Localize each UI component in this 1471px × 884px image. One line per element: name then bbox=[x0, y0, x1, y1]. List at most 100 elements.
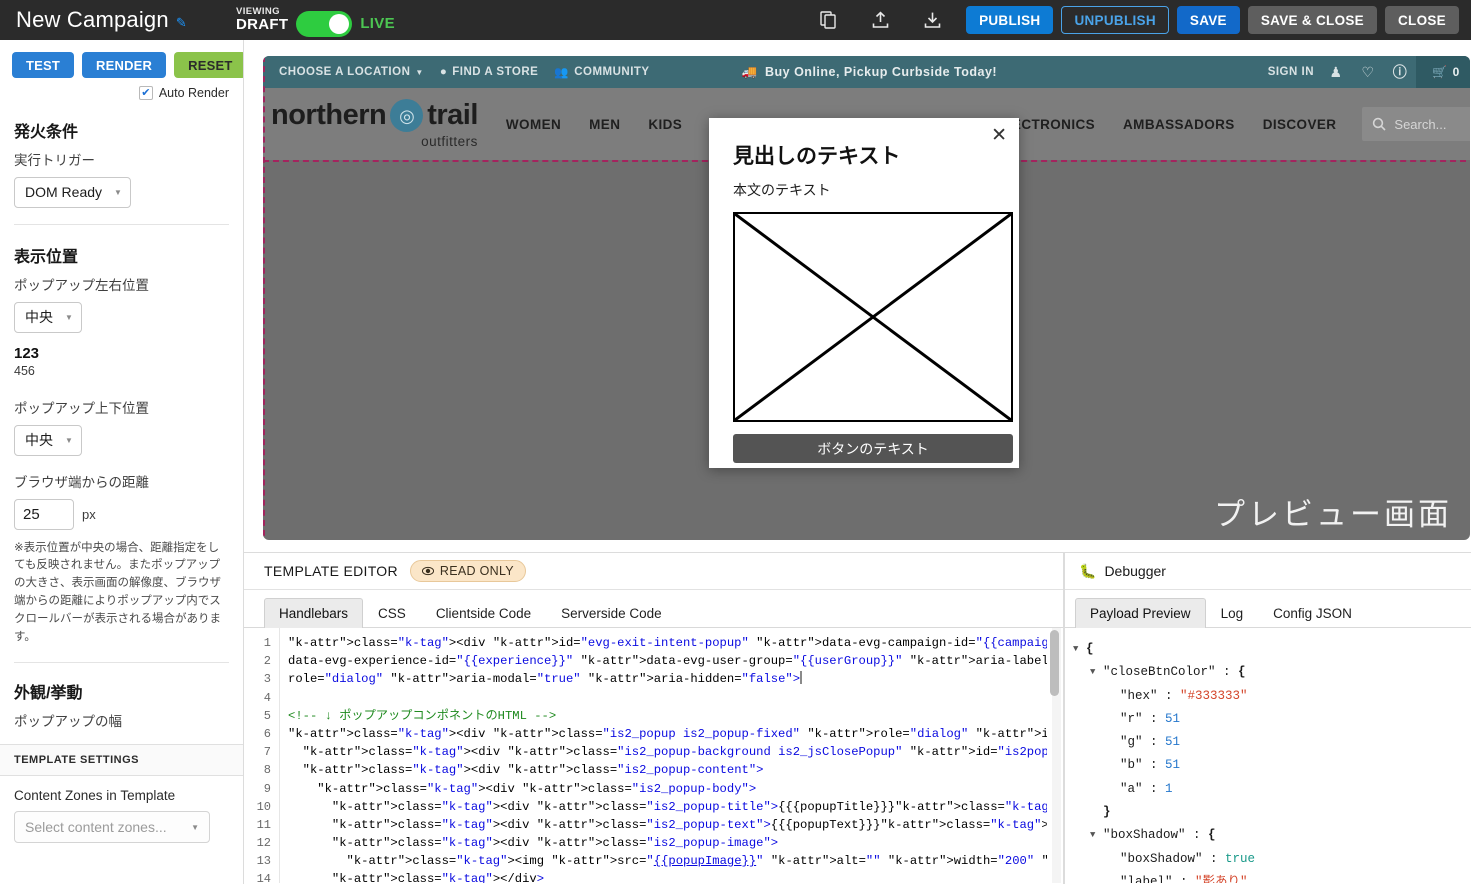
utility-label-1: FIND A STORE bbox=[452, 66, 539, 78]
help-icon[interactable]: ⓘ bbox=[1384, 62, 1416, 82]
nav-link-ambassadors[interactable]: AMBASSADORS bbox=[1123, 117, 1235, 132]
json-row[interactable]: ▼ "closeBtnColor" : { bbox=[1073, 661, 1471, 684]
json-row[interactable]: ▼ "boxShadow" : { bbox=[1073, 824, 1471, 847]
user-icon[interactable]: ♟ bbox=[1320, 64, 1352, 81]
code-scrollbar-track[interactable] bbox=[1050, 628, 1061, 883]
tab-handlebars[interactable]: Handlebars bbox=[264, 598, 364, 628]
cart-button[interactable]: 🛒 0 bbox=[1416, 56, 1470, 88]
site-logo-main: northern ◎ trail bbox=[271, 99, 478, 133]
json-row[interactable]: "label" : "影あり" bbox=[1073, 871, 1471, 883]
nav-link-discover[interactable]: DISCOVER bbox=[1263, 117, 1337, 132]
nav-link-women[interactable]: WOMEN bbox=[506, 117, 561, 132]
utility-community[interactable]: 👥 COMMUNITY bbox=[554, 65, 649, 79]
code-line: "k-attr">class="k-tag"><div "k-attr">cla… bbox=[317, 781, 757, 796]
truck-icon: 🚚 bbox=[741, 64, 758, 79]
code-line: "k-attr">class="k-tag"><div "k-attr">cla… bbox=[331, 817, 1047, 832]
preview-panel: CHOOSE A LOCATION ▼ ● FIND A STORE 👥 COM… bbox=[244, 40, 1471, 552]
site-logo[interactable]: northern ◎ trail outfitters bbox=[271, 99, 478, 149]
code-line-number: 5 bbox=[263, 708, 271, 723]
payload-json-tree[interactable]: ▼{▼ "closeBtnColor" : {"hex" : "#333333" "… bbox=[1065, 628, 1471, 883]
content-zones-select[interactable]: Select content zones... ▼ bbox=[14, 811, 210, 844]
horizontal-position-select[interactable]: 中央 ▼ bbox=[14, 301, 82, 333]
collapse-triangle-icon[interactable]: ▼ bbox=[1090, 661, 1103, 684]
json-row[interactable]: } bbox=[1073, 801, 1471, 824]
nav-link-kids[interactable]: KIDS bbox=[648, 117, 682, 132]
auto-render-checkbox[interactable]: ✔ bbox=[138, 86, 153, 100]
chevron-down-icon: ▼ bbox=[65, 435, 73, 445]
logo-text-first: northern bbox=[271, 99, 387, 132]
render-button[interactable]: RENDER bbox=[82, 52, 167, 78]
code-line-number: 4 bbox=[263, 690, 271, 705]
code-line: "k-attr">class="k-tag"></div> bbox=[331, 872, 545, 883]
close-icon[interactable]: ✕ bbox=[991, 126, 1007, 145]
auto-render-row: ✔ Auto Render bbox=[0, 78, 243, 100]
trigger-select-value: DOM Ready bbox=[25, 184, 103, 201]
debug-big-number: 123 bbox=[14, 344, 40, 362]
pin-icon: ● bbox=[439, 66, 448, 78]
download-icon[interactable] bbox=[906, 0, 958, 40]
nav-link-men[interactable]: MEN bbox=[589, 117, 620, 132]
json-row[interactable]: ▼{ bbox=[1073, 638, 1471, 661]
bug-icon: 🐛 bbox=[1079, 562, 1097, 579]
content-zones-label: Content Zones in Template bbox=[14, 788, 176, 804]
code-gutter: 1 2 3 4 5 6 7 8 9 10 11 12 13 14 bbox=[244, 628, 280, 883]
search-placeholder: Search... bbox=[1394, 116, 1447, 132]
switch-knob bbox=[329, 13, 350, 34]
draft-live-switch[interactable] bbox=[296, 10, 353, 37]
code-line: role="dialog" "k-attr">aria-modal="true"… bbox=[288, 671, 803, 687]
pencil-icon[interactable]: ✎ bbox=[176, 16, 187, 29]
code-scrollbar-thumb[interactable] bbox=[1050, 630, 1059, 696]
trigger-heading: 発火条件 bbox=[14, 124, 79, 141]
popup-body-text: 本文のテキスト bbox=[733, 182, 831, 198]
copy-icon[interactable] bbox=[802, 0, 854, 40]
json-row[interactable]: "a" : 1 bbox=[1073, 778, 1471, 801]
code-line-number: 11 bbox=[256, 817, 271, 832]
collapse-triangle-icon[interactable]: ▼ bbox=[1090, 824, 1103, 847]
collapse-triangle-icon[interactable]: ▼ bbox=[1073, 638, 1086, 661]
json-row[interactable]: "hex" : "#333333" bbox=[1073, 685, 1471, 708]
unpublish-button[interactable]: UNPUBLISH bbox=[1061, 6, 1169, 34]
json-row[interactable]: "r" : 51 bbox=[1073, 708, 1471, 731]
utility-find-store[interactable]: ● FIND A STORE bbox=[440, 66, 539, 78]
code-line: "k-attr">class="k-tag"><div "k-attr">id=… bbox=[288, 636, 1047, 650]
left-sidebar: TEST RENDER RESET ✔ Auto Render 発火条件 実行ト… bbox=[0, 40, 244, 884]
code-editor[interactable]: 1 2 3 4 5 6 7 8 9 10 11 12 13 14 "k-attr">class="k-ta… bbox=[244, 628, 1063, 883]
trigger-field-label: 実行トリガー bbox=[14, 153, 95, 168]
template-editor-tabs: Handlebars CSS Clientside Code Serversid… bbox=[244, 590, 1063, 628]
offset-input[interactable] bbox=[14, 498, 74, 530]
upload-icon[interactable] bbox=[854, 0, 906, 40]
chevron-down-icon: ▼ bbox=[65, 312, 73, 322]
json-row[interactable]: "b" : 51 bbox=[1073, 754, 1471, 777]
tab-config-json[interactable]: Config JSON bbox=[1258, 598, 1367, 628]
tab-payload-preview[interactable]: Payload Preview bbox=[1075, 598, 1206, 628]
utility-choose-location[interactable]: CHOOSE A LOCATION ▼ bbox=[279, 66, 424, 78]
code-line-number: 1 bbox=[263, 636, 271, 650]
vertical-position-select[interactable]: 中央 ▼ bbox=[14, 424, 82, 456]
site-search-input[interactable]: Search... bbox=[1362, 107, 1470, 141]
close-button[interactable]: CLOSE bbox=[1384, 6, 1459, 34]
reset-button[interactable]: RESET bbox=[174, 52, 243, 78]
top-toolbar: New Campaign ✎ VIEWING DRAFT LIVE PUBLIS… bbox=[0, 0, 1471, 40]
code-content[interactable]: "k-attr">class="k-tag"><div "k-attr">id=… bbox=[288, 628, 1047, 883]
read-only-label: READ ONLY bbox=[439, 564, 514, 578]
campaign-title-group: New Campaign ✎ bbox=[16, 7, 231, 33]
trigger-select[interactable]: DOM Ready ▼ bbox=[14, 176, 131, 208]
preview-frame: CHOOSE A LOCATION ▼ ● FIND A STORE 👥 COM… bbox=[260, 53, 1471, 543]
heart-icon[interactable]: ♡ bbox=[1352, 64, 1384, 81]
json-row[interactable]: "boxShadow" : true bbox=[1073, 848, 1471, 871]
save-and-close-button[interactable]: SAVE & CLOSE bbox=[1247, 6, 1377, 34]
tab-clientside-code[interactable]: Clientside Code bbox=[421, 598, 546, 628]
popup-cta-button[interactable]: ボタンのテキスト bbox=[733, 434, 1013, 463]
tab-log[interactable]: Log bbox=[1206, 598, 1259, 628]
sign-in-link[interactable]: SIGN IN bbox=[1268, 66, 1314, 78]
code-line: "k-attr">class="k-tag"><img "k-attr">src… bbox=[346, 854, 1047, 869]
publish-button[interactable]: PUBLISH bbox=[966, 6, 1054, 34]
template-settings-heading: TEMPLATE SETTINGS bbox=[0, 744, 243, 777]
json-row[interactable]: "g" : 51 bbox=[1073, 731, 1471, 754]
tab-serverside-code[interactable]: Serverside Code bbox=[546, 598, 677, 628]
test-button[interactable]: TEST bbox=[12, 52, 75, 78]
tab-css[interactable]: CSS bbox=[363, 598, 421, 628]
save-button[interactable]: SAVE bbox=[1176, 6, 1240, 34]
position-section: 表示位置 ポップアップ左右位置 中央 ▼ 123 456 ポップアップ上下位置 … bbox=[0, 243, 243, 647]
